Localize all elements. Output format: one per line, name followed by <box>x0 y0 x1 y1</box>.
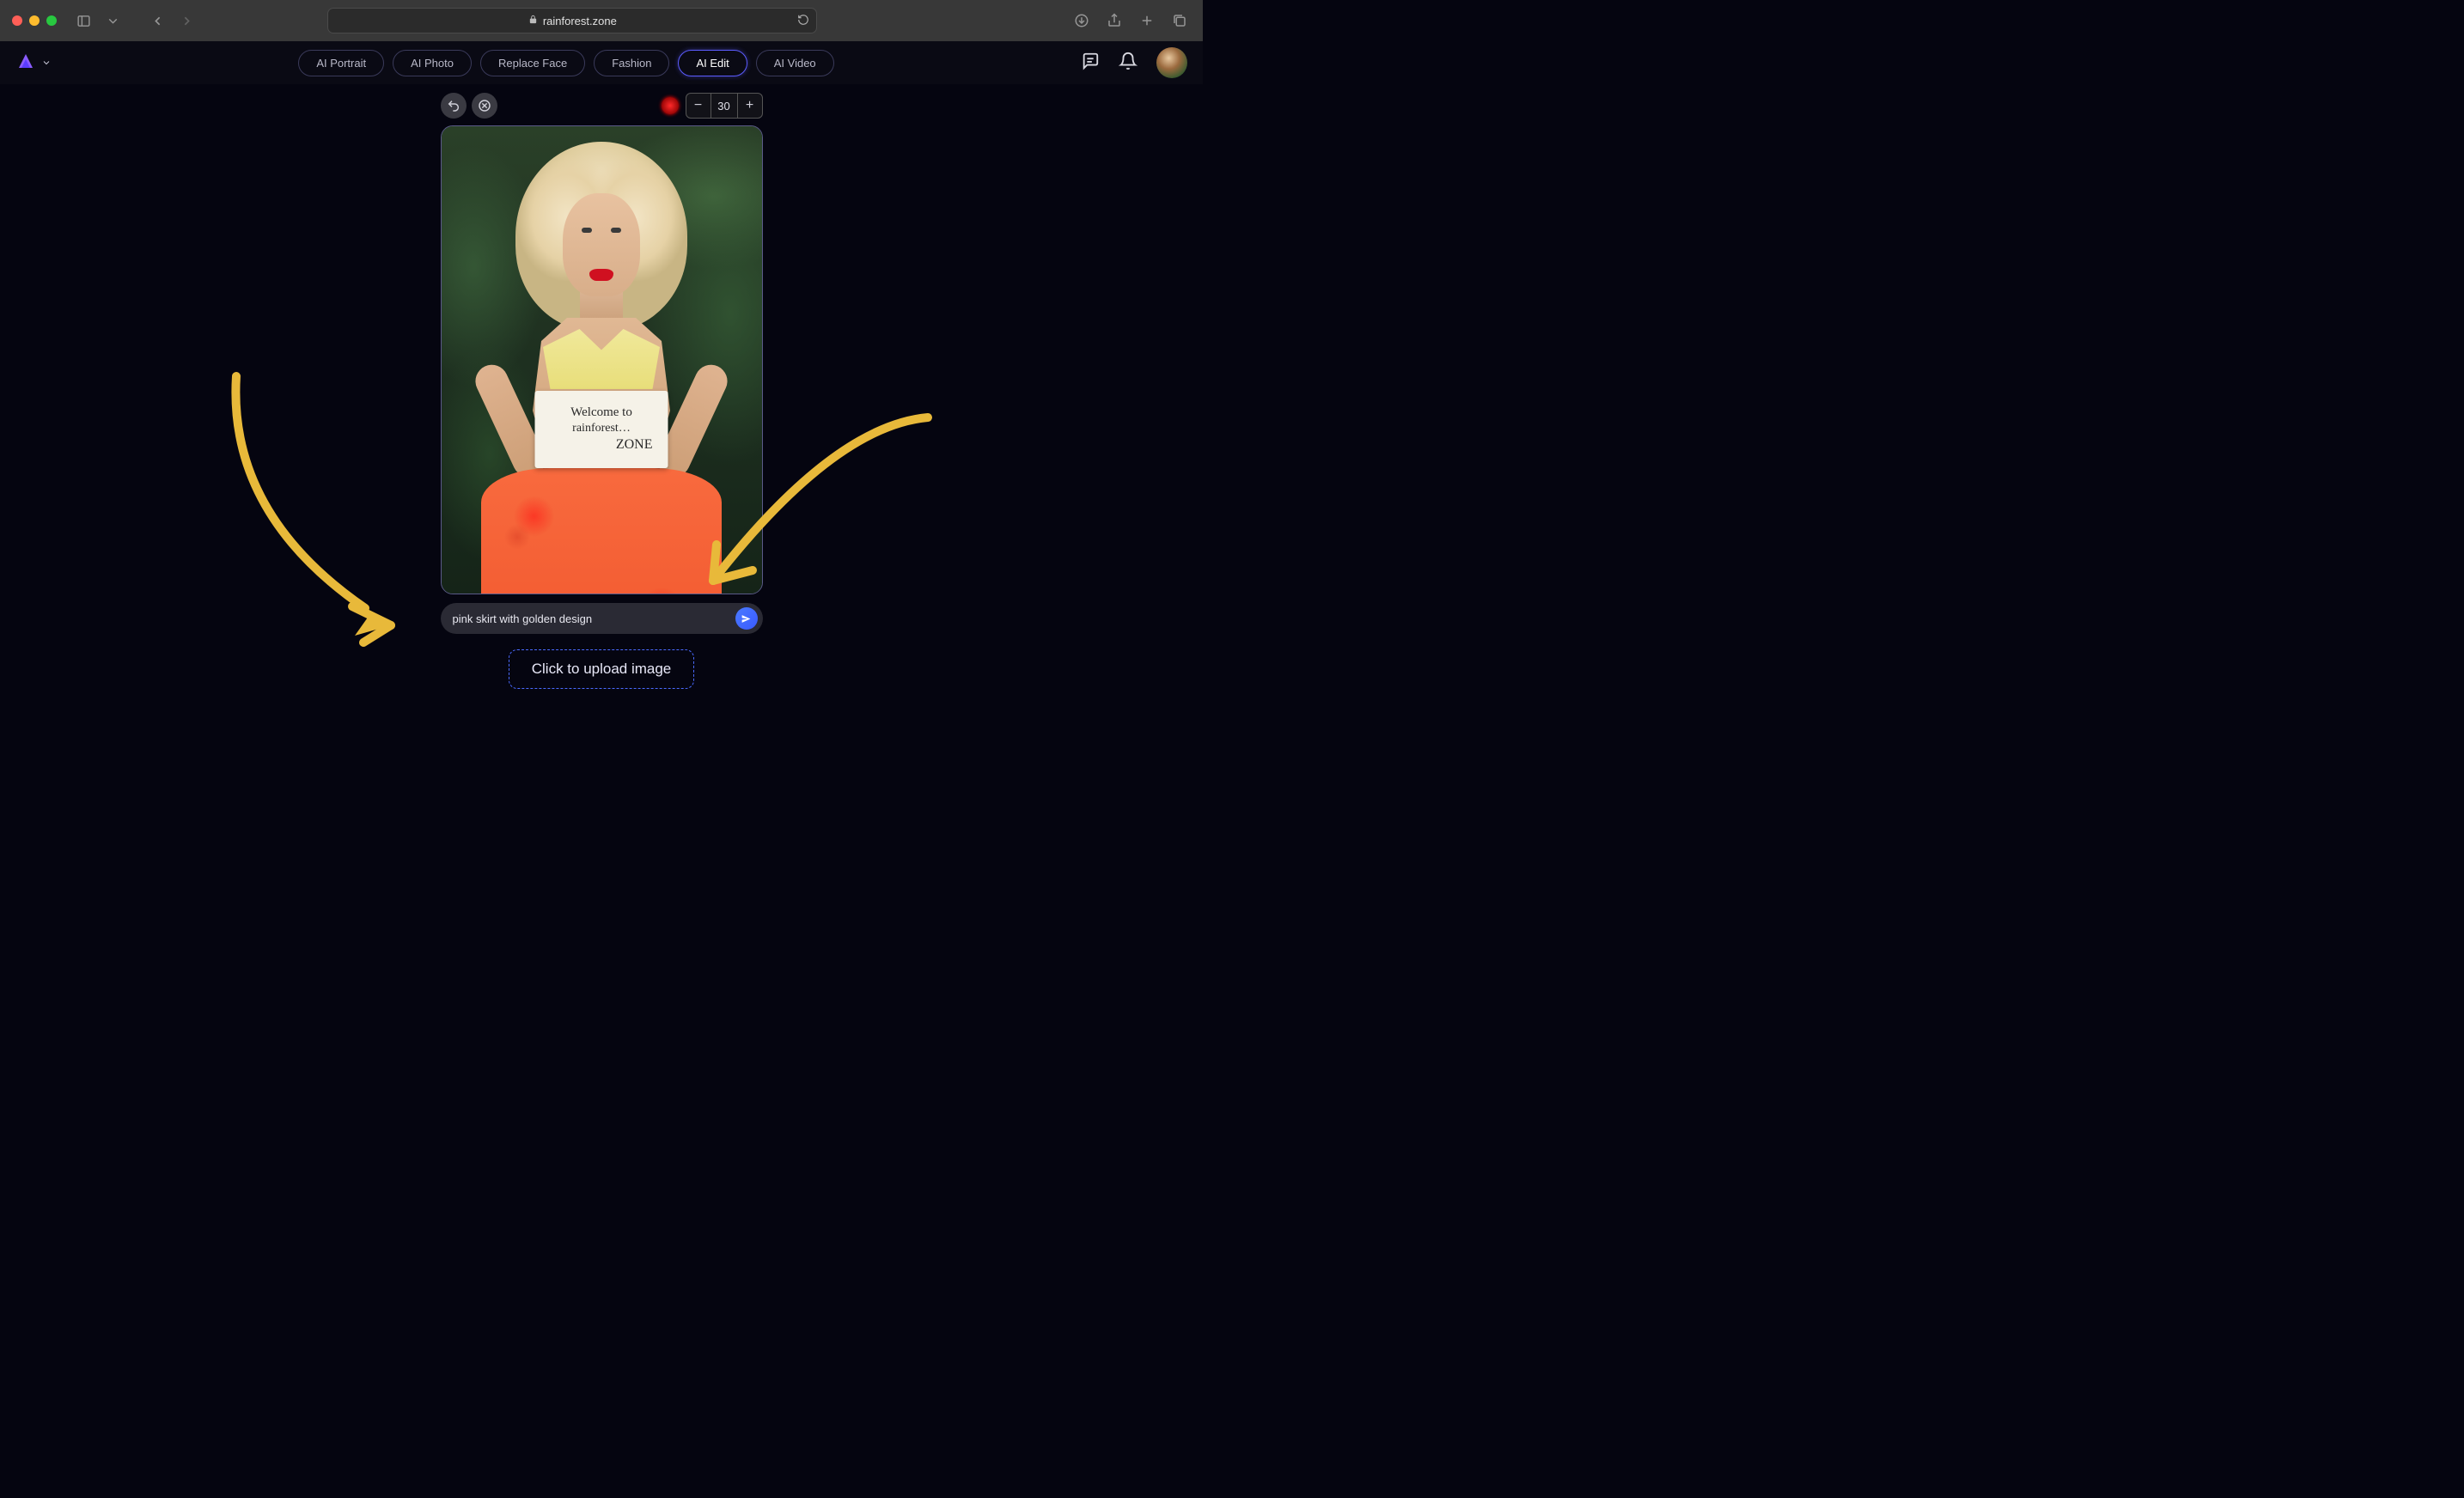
sign-line-1: Welcome to <box>570 405 632 422</box>
upload-image-button[interactable]: Click to upload image <box>509 649 695 689</box>
tab-replace-face[interactable]: Replace Face <box>480 50 585 76</box>
address-bar[interactable]: rainforest.zone <box>327 8 817 33</box>
brush-size-value[interactable]: 30 <box>711 94 738 118</box>
tab-ai-portrait[interactable]: AI Portrait <box>298 50 384 76</box>
app-logo-icon <box>15 52 36 73</box>
canvas-toolbar: − 30 + <box>441 93 763 119</box>
fullscreen-window-button[interactable] <box>46 15 57 26</box>
sign-line-2: rainforest… <box>572 421 631 436</box>
tab-fashion[interactable]: Fashion <box>594 50 669 76</box>
logo-area[interactable] <box>15 52 52 73</box>
chat-icon[interactable] <box>1081 52 1100 75</box>
prompt-input[interactable] <box>453 612 735 625</box>
url-text: rainforest.zone <box>543 15 617 27</box>
downloads-icon[interactable] <box>1070 9 1093 32</box>
tab-ai-photo[interactable]: AI Photo <box>393 50 472 76</box>
lock-icon <box>528 15 538 27</box>
close-window-button[interactable] <box>12 15 22 26</box>
share-icon[interactable] <box>1103 9 1125 32</box>
chevron-down-icon[interactable] <box>101 9 124 32</box>
sidebar-toggle-icon[interactable] <box>72 9 95 32</box>
brush-increase-button[interactable]: + <box>738 93 762 119</box>
tab-ai-video[interactable]: AI Video <box>756 50 834 76</box>
minimize-window-button[interactable] <box>29 15 40 26</box>
avatar[interactable] <box>1156 47 1187 78</box>
tab-ai-edit[interactable]: AI Edit <box>678 50 747 76</box>
new-tab-icon[interactable] <box>1136 9 1158 32</box>
undo-button[interactable] <box>441 93 467 119</box>
tabs-overview-icon[interactable] <box>1168 9 1191 32</box>
annotation-arrow-left <box>219 368 442 647</box>
forward-button[interactable] <box>175 9 198 32</box>
nav-tabs: AI Portrait AI Photo Replace Face Fashio… <box>298 50 833 76</box>
chevron-down-icon[interactable] <box>41 58 52 68</box>
refresh-icon[interactable] <box>797 14 809 28</box>
sign-line-3: ZONE <box>540 436 663 454</box>
notifications-icon[interactable] <box>1119 52 1137 75</box>
prompt-bar <box>441 603 763 634</box>
app-header: AI Portrait AI Photo Replace Face Fashio… <box>0 41 1203 84</box>
mask-overlay <box>481 468 722 594</box>
editor-area: − 30 + Welcome to rainforest… <box>0 84 1203 689</box>
held-sign: Welcome to rainforest… ZONE <box>535 391 668 468</box>
back-button[interactable] <box>146 9 168 32</box>
image-canvas[interactable]: Welcome to rainforest… ZONE <box>441 125 763 594</box>
window-controls <box>12 15 57 26</box>
clear-button[interactable] <box>472 93 497 119</box>
browser-chrome: rainforest.zone <box>0 0 1203 41</box>
brush-decrease-button[interactable]: − <box>686 93 711 119</box>
brush-size-control: − 30 + <box>686 93 763 119</box>
brush-color-indicator[interactable] <box>662 97 679 114</box>
generated-image: Welcome to rainforest… ZONE <box>442 126 762 594</box>
send-button[interactable] <box>735 607 758 630</box>
